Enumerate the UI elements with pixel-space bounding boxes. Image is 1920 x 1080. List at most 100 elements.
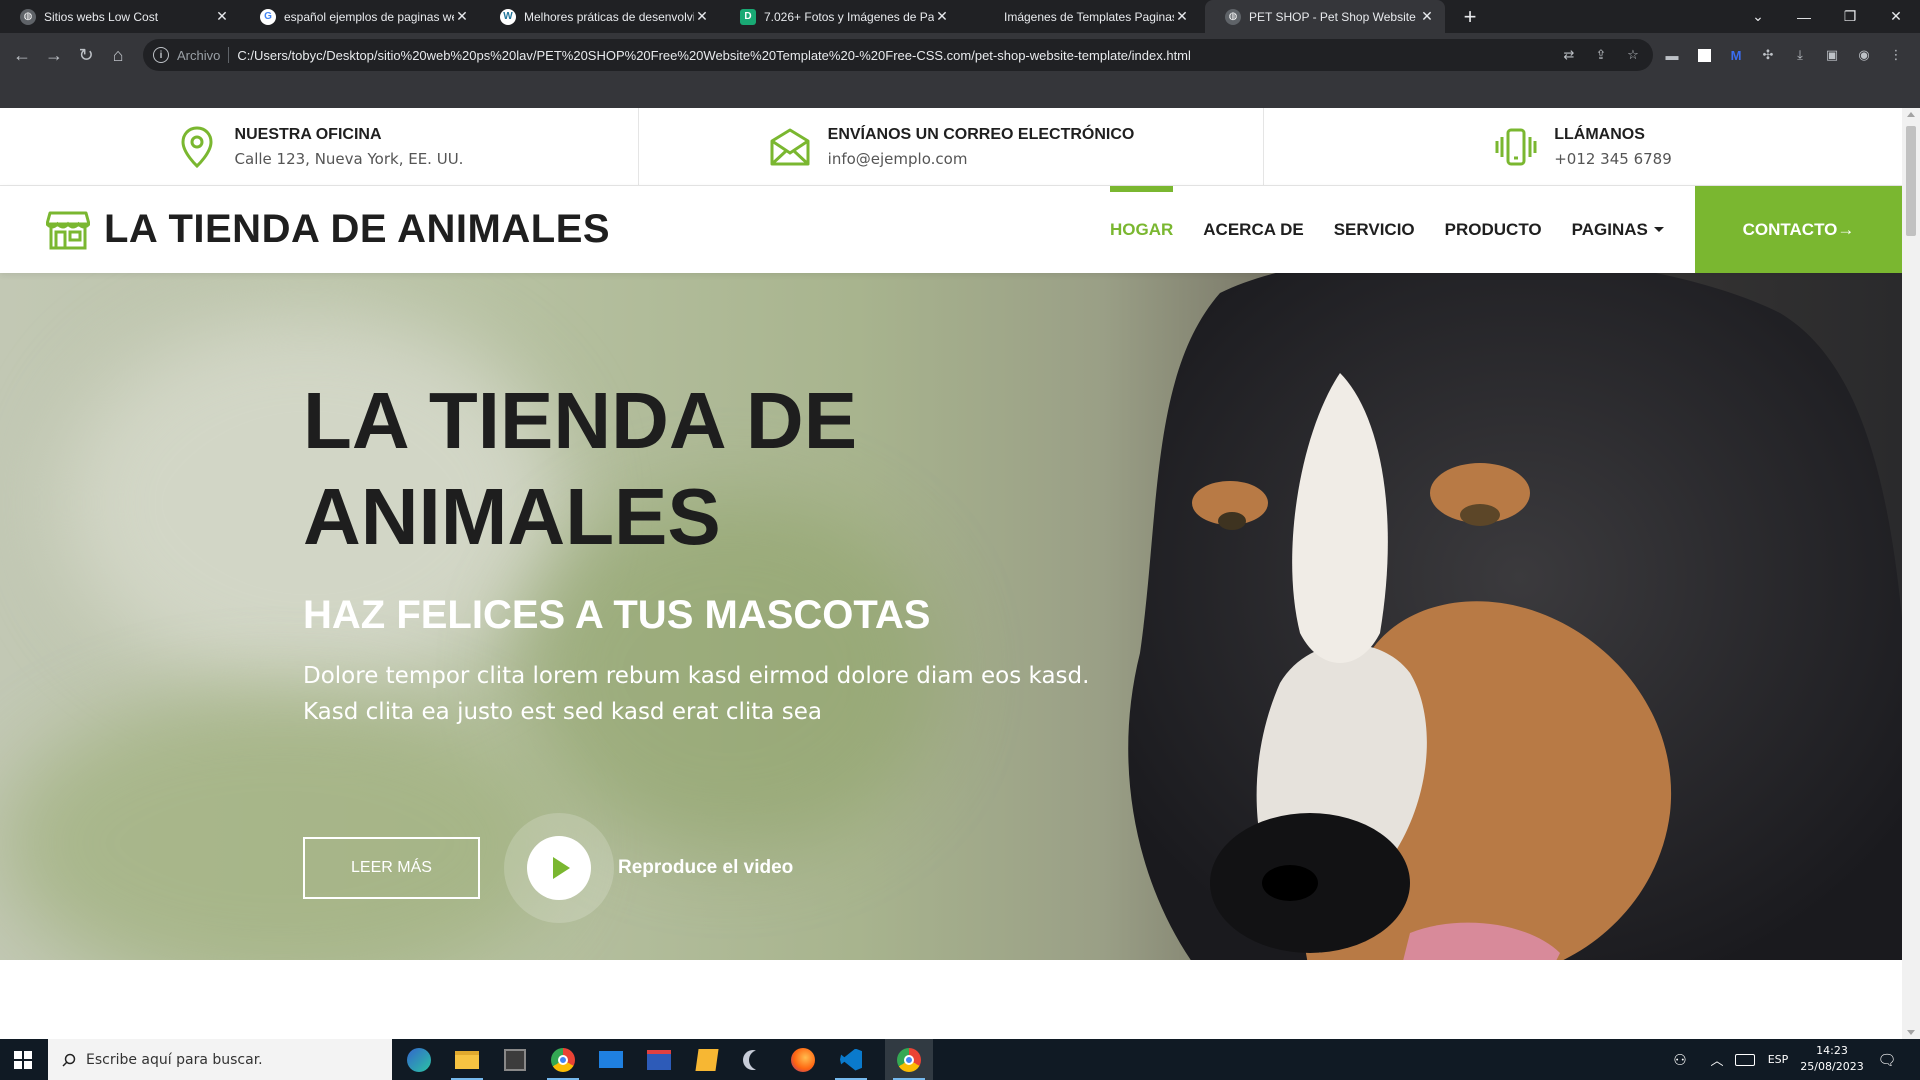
app-window-icon[interactable]: [635, 1039, 683, 1080]
caret-down-icon: [1653, 227, 1664, 232]
close-tab-icon[interactable]: ✕: [1174, 8, 1190, 25]
phone-number[interactable]: +012 345 6789: [1554, 150, 1672, 168]
nav-item-pages-label: PAGINAS: [1571, 219, 1648, 239]
mail-icon[interactable]: [587, 1039, 635, 1080]
clock-date: 25/08/2023: [1800, 1060, 1864, 1073]
translate-icon[interactable]: ⇄: [1561, 47, 1577, 63]
browser-tab[interactable]: ◍ Sitios webs Low Cost ✕: [0, 0, 240, 33]
notifications-icon[interactable]: 🗨: [1872, 1039, 1902, 1080]
nav-item-pages-dropdown[interactable]: PAGINAS: [1572, 186, 1664, 273]
browser-tab-bar: ◍ Sitios webs Low Cost ✕ G español ejemp…: [0, 0, 1920, 33]
chrome-icon[interactable]: [539, 1039, 587, 1080]
nav-item-service[interactable]: SERVICIO: [1334, 186, 1415, 273]
sticky-notes-icon[interactable]: [683, 1039, 731, 1080]
edge-icon[interactable]: [395, 1039, 443, 1080]
taskbar-search[interactable]: Escribe aquí para buscar.: [48, 1039, 392, 1080]
nav-menu: HOGAR ACERCA DE SERVICIO PRODUCTO PAGINA…: [1095, 186, 1679, 273]
info-icon[interactable]: i: [153, 47, 169, 63]
close-window-button[interactable]: ✕: [1873, 0, 1919, 33]
play-video-label[interactable]: Reproduce el video: [618, 857, 793, 879]
google-icon: G: [260, 8, 276, 25]
file-explorer-icon[interactable]: [443, 1039, 491, 1080]
browser-tab-active[interactable]: ◍ PET SHOP - Pet Shop Website Template ✕: [1205, 0, 1445, 33]
back-icon[interactable]: ←: [6, 33, 38, 77]
hero-content: LA TIENDA DE ANIMALES HAZ FELICES A TUS …: [303, 373, 1203, 730]
taskbar-search-placeholder: Escribe aquí para buscar.: [86, 1051, 263, 1068]
system-clock[interactable]: 14:23 25/08/2023: [1800, 1043, 1864, 1075]
contact-button[interactable]: CONTACTO→: [1695, 186, 1902, 273]
forward-icon[interactable]: →: [38, 33, 70, 77]
moon-app-icon[interactable]: [731, 1039, 779, 1080]
new-tab-button[interactable]: +: [1455, 0, 1485, 33]
start-button[interactable]: [0, 1039, 46, 1080]
play-video-button[interactable]: [504, 813, 614, 923]
clock-time: 14:23: [1816, 1044, 1848, 1057]
brand-logo[interactable]: LA TIENDA DE ANIMALES: [45, 186, 610, 273]
hero-description-line: Kasd clita ea justo est sed kasd erat cl…: [303, 699, 822, 725]
envelope-icon: [768, 125, 812, 169]
site-icon: D: [740, 8, 756, 25]
bookmark-bar: [0, 77, 1920, 108]
download-icon[interactable]: ⤓: [1790, 45, 1810, 65]
minimize-button[interactable]: —: [1781, 0, 1827, 33]
close-tab-icon[interactable]: ✕: [214, 8, 230, 25]
chevron-up-icon[interactable]: ︿: [1706, 1039, 1728, 1080]
scroll-down-icon[interactable]: [1907, 1030, 1915, 1035]
close-tab-icon[interactable]: ✕: [694, 8, 710, 25]
read-more-button[interactable]: LEER MÁS: [303, 837, 480, 899]
chrome-active-icon[interactable]: [885, 1039, 933, 1080]
close-tab-icon[interactable]: ✕: [454, 8, 470, 25]
extension-icon[interactable]: M: [1726, 45, 1746, 65]
phone-vibrate-icon: [1494, 125, 1538, 169]
office-info: NUESTRA OFICINA Calle 123, Nueva York, E…: [0, 108, 639, 186]
browser-tab[interactable]: D 7.026+ Fotos y Imágenes de Pagina ✕: [720, 0, 960, 33]
close-tab-icon[interactable]: ✕: [934, 8, 950, 25]
extension-icon[interactable]: ▬: [1662, 45, 1682, 65]
office-title: NUESTRA OFICINA: [234, 126, 382, 143]
scrollbar-thumb[interactable]: [1906, 126, 1916, 236]
wordpress-icon: W: [500, 8, 516, 25]
hero-description: Dolore tempor clita lorem rebum kasd eir…: [303, 658, 1123, 730]
brand-name[interactable]: LA TIENDA DE ANIMALES: [104, 207, 610, 252]
map-pin-icon: [175, 125, 219, 169]
browser-tab[interactable]: W Melhores práticas de desenvolvimento ✕: [480, 0, 720, 33]
windows-taskbar: Escribe aquí para buscar. ⚇ ︿ ESP 14:23 …: [0, 1039, 1920, 1080]
bookmark-star-icon[interactable]: ☆: [1625, 47, 1641, 63]
vscode-icon[interactable]: [827, 1039, 875, 1080]
language-indicator[interactable]: ESP: [1762, 1039, 1794, 1080]
people-icon[interactable]: ⚇: [1666, 1039, 1694, 1080]
tab-search-icon[interactable]: ⌄: [1735, 0, 1781, 33]
calculator-app-icon[interactable]: [491, 1039, 539, 1080]
play-button[interactable]: [527, 836, 591, 900]
keyboard-icon[interactable]: [1732, 1039, 1758, 1080]
share-icon[interactable]: ⇪: [1593, 47, 1609, 63]
menu-dots-icon[interactable]: ⋮: [1886, 45, 1906, 65]
side-panel-icon[interactable]: ▣: [1822, 45, 1842, 65]
address-scheme-label: Archivo: [177, 47, 221, 63]
puzzle-icon[interactable]: ✣: [1758, 45, 1778, 65]
browser-tab[interactable]: Imágenes de Templates Paginas Web ✕: [960, 0, 1200, 33]
profile-avatar-icon[interactable]: ◉: [1854, 45, 1874, 65]
firefox-icon[interactable]: [779, 1039, 827, 1080]
home-icon[interactable]: ⌂: [102, 33, 134, 77]
address-bar[interactable]: i Archivo C:/Users/tobyc/Desktop/sitio%2…: [143, 39, 1653, 71]
main-navbar: LA TIENDA DE ANIMALES HOGAR ACERCA DE SE…: [0, 186, 1902, 273]
nav-item-about[interactable]: ACERCA DE: [1203, 186, 1303, 273]
page-scrollbar[interactable]: [1902, 108, 1920, 1039]
browser-tab[interactable]: G español ejemplos de paginas web ✕: [240, 0, 480, 33]
phone-info: LLÁMANOS +012 345 6789: [1264, 108, 1902, 186]
scroll-up-icon[interactable]: [1907, 112, 1915, 117]
hero-actions: LEER MÁS Reproduce el video: [303, 810, 793, 926]
nav-item-home[interactable]: HOGAR: [1110, 186, 1174, 273]
restore-button[interactable]: ❐: [1827, 0, 1873, 33]
dog-photo-image: [1128, 273, 1902, 960]
reload-icon[interactable]: ↻: [70, 33, 102, 77]
extension-icon[interactable]: [1694, 45, 1714, 65]
close-tab-icon[interactable]: ✕: [1419, 8, 1435, 25]
email-address[interactable]: info@ejemplo.com: [828, 150, 1135, 168]
address-url[interactable]: C:/Users/tobyc/Desktop/sitio%20web%20ps%…: [237, 48, 1191, 63]
tab-title: Sitios webs Low Cost: [44, 9, 159, 24]
office-address: Calle 123, Nueva York, EE. UU.: [234, 150, 464, 168]
nav-item-product[interactable]: PRODUCTO: [1445, 186, 1542, 273]
hero-description-line: Dolore tempor clita lorem rebum kasd eir…: [303, 663, 1090, 689]
